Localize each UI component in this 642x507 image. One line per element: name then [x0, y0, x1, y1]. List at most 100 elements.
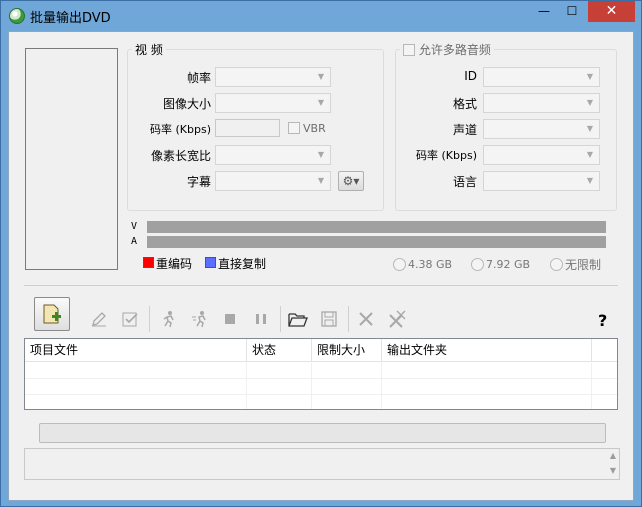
add-file-button[interactable] [34, 297, 70, 331]
minimize-button[interactable]: — [531, 1, 557, 22]
imagesize-label: 图像大小 [162, 97, 211, 111]
run-button[interactable] [158, 308, 180, 330]
size-option-2: 7.92 GB [486, 258, 531, 271]
check-icon [122, 312, 138, 327]
preview-pane [25, 48, 118, 270]
table-row[interactable] [25, 363, 617, 379]
audio-channel-combo[interactable]: ▼ [483, 119, 600, 139]
chevron-down-icon: ▼ [317, 98, 325, 107]
window-title: 批量输出DVD [30, 11, 111, 26]
reencode-label: 重编码 [156, 257, 193, 271]
imagesize-combo[interactable]: ▼ [215, 93, 331, 113]
toolbar-separator [280, 306, 281, 332]
delete-all-button[interactable] [386, 308, 408, 330]
video-bitrate-label: 码率 (Kbps) [150, 123, 211, 136]
divider [24, 285, 618, 286]
scroll-up-icon[interactable]: ▲ [610, 451, 616, 460]
multi-audio-checkbox[interactable] [403, 44, 415, 56]
delete-icon [359, 312, 373, 326]
table-row[interactable] [25, 379, 617, 395]
add-file-icon [43, 304, 61, 324]
size-option-3: 无限制 [565, 258, 602, 272]
vbr-checkbox[interactable] [288, 122, 300, 134]
size-radio-2[interactable] [471, 258, 484, 271]
reencode-swatch [143, 257, 154, 268]
copy-label: 直接复制 [218, 257, 267, 271]
gear-icon: ⚙▾ [342, 174, 360, 188]
task-table[interactable]: 项目文件 状态 限制大小 输出文件夹 [24, 338, 618, 410]
open-button[interactable] [287, 308, 309, 330]
stop-button[interactable] [219, 308, 241, 330]
maximize-button[interactable]: ☐ [559, 1, 585, 22]
framerate-label: 帧率 [186, 71, 211, 85]
audio-bitrate-combo[interactable]: ▼ [483, 145, 600, 165]
scroll-down-icon[interactable]: ▼ [610, 466, 616, 475]
size-option-1: 4.38 GB [408, 258, 453, 271]
toolbar-separator [348, 306, 349, 332]
stop-icon [225, 314, 235, 324]
chevron-down-icon: ▼ [586, 98, 594, 107]
run-all-button[interactable] [189, 308, 211, 330]
column-header[interactable]: 限制大小 [312, 339, 382, 362]
column-header[interactable]: 状态 [247, 339, 312, 362]
progress-bar [39, 423, 606, 443]
help-button[interactable]: ? [598, 311, 607, 330]
chevron-down-icon: ▼ [586, 176, 594, 185]
framerate-combo[interactable]: ▼ [215, 67, 331, 87]
audio-id-combo[interactable]: ▼ [483, 67, 600, 87]
close-button[interactable]: ✕ [588, 1, 635, 22]
app-icon [9, 8, 25, 24]
chevron-down-icon: ▼ [586, 72, 594, 81]
size-radio-3[interactable] [550, 258, 563, 271]
table-row[interactable] [25, 395, 617, 409]
log-box[interactable]: ▲ ▼ [24, 448, 620, 480]
chevron-down-icon: ▼ [586, 150, 594, 159]
video-bar-label: V [131, 221, 138, 232]
video-bitrate-input[interactable] [215, 119, 280, 137]
column-header[interactable]: 输出文件夹 [382, 339, 592, 362]
aspect-combo[interactable]: ▼ [215, 145, 331, 165]
save-button[interactable] [318, 308, 340, 330]
chevron-down-icon: ▼ [317, 150, 325, 159]
chevron-down-icon: ▼ [586, 124, 594, 133]
column-header[interactable] [592, 339, 617, 362]
title-bar[interactable]: 批量输出DVD — ☐ ✕ [1, 1, 641, 31]
subtitle-settings-button[interactable]: ⚙▾ [338, 171, 364, 191]
size-radio-1[interactable] [393, 258, 406, 271]
subtitle-label: 字幕 [186, 175, 211, 189]
edit-button[interactable] [88, 308, 110, 330]
subtitle-combo[interactable]: ▼ [215, 171, 331, 191]
audio-format-label: 格式 [452, 97, 477, 111]
copy-swatch [205, 257, 216, 268]
audio-bar-label: A [131, 236, 138, 247]
video-legend: 视 频 [135, 43, 163, 57]
pause-button[interactable] [250, 308, 272, 330]
run-all-icon [192, 311, 206, 328]
toolbar-separator [149, 306, 150, 332]
aspect-label: 像素长宽比 [150, 149, 211, 163]
edit-icon [92, 312, 106, 327]
audio-bitrate-label: 码率 (Kbps) [416, 149, 477, 162]
audio-format-combo[interactable]: ▼ [483, 93, 600, 113]
open-folder-icon [288, 313, 308, 327]
save-icon [321, 311, 337, 327]
chevron-down-icon: ▼ [317, 176, 325, 185]
audio-size-bar [147, 236, 606, 248]
check-button[interactable] [119, 308, 141, 330]
table-header: 项目文件 状态 限制大小 输出文件夹 [25, 339, 617, 362]
audio-legend: 允许多路音频 [400, 41, 494, 58]
app-window: 批量输出DVD — ☐ ✕ 视 频 帧率 ▼ 图像大小 ▼ 码率 (Kbps) … [0, 0, 642, 507]
chevron-down-icon: ▼ [317, 72, 325, 81]
multi-audio-label: 允许多路音频 [418, 43, 491, 57]
audio-id-label: ID [464, 69, 477, 83]
delete-button[interactable] [355, 308, 377, 330]
video-size-bar [147, 221, 606, 233]
vbr-label: VBR [303, 122, 326, 135]
column-header[interactable]: 项目文件 [25, 339, 247, 362]
pause-icon [256, 314, 266, 324]
audio-channel-label: 声道 [452, 123, 477, 137]
delete-all-icon [389, 310, 406, 328]
client-area: 视 频 帧率 ▼ 图像大小 ▼ 码率 (Kbps) VBR 像素长宽比 ▼ 字幕… [8, 31, 634, 501]
audio-language-label: 语言 [452, 175, 477, 189]
audio-language-combo[interactable]: ▼ [483, 171, 600, 191]
